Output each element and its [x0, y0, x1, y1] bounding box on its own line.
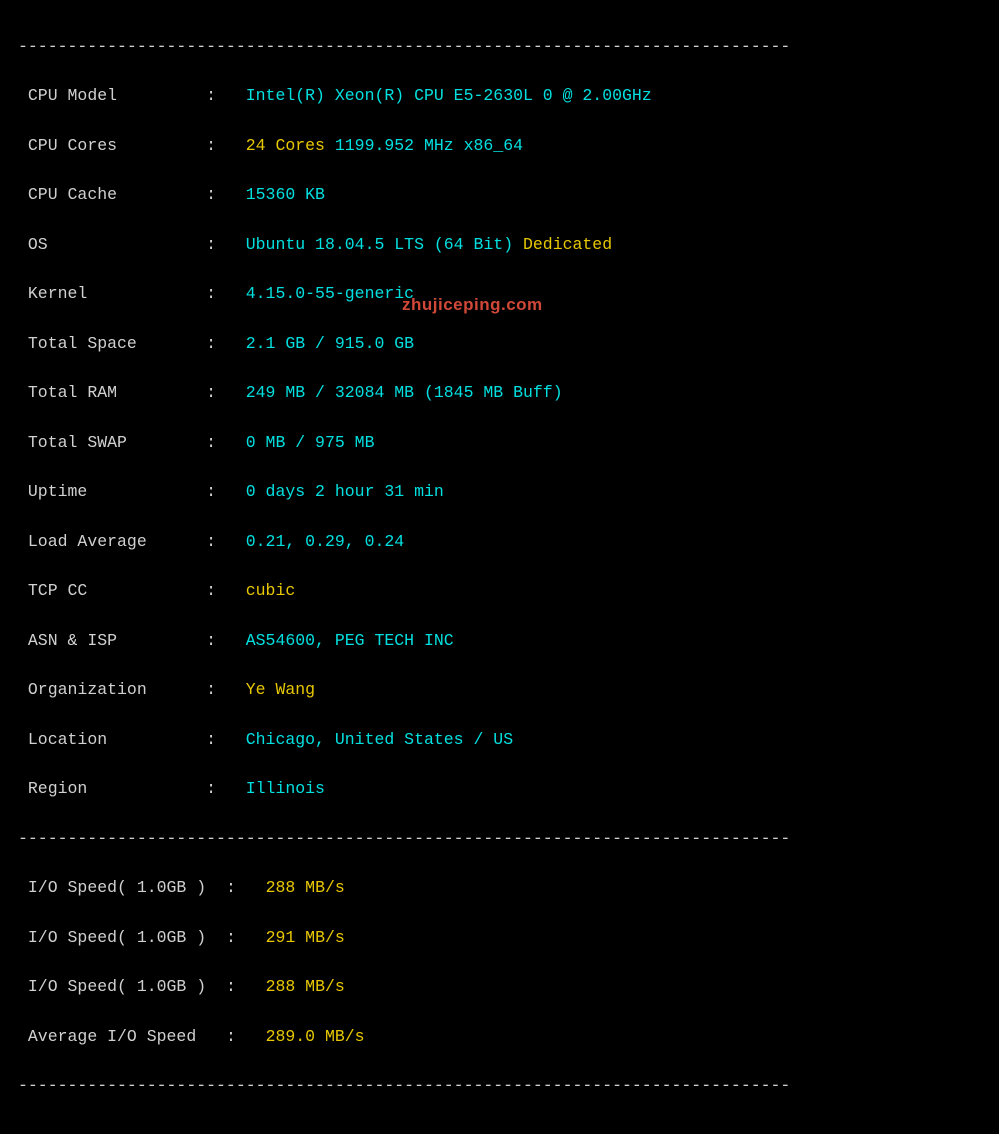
label-location: Location	[28, 730, 206, 749]
row-total-ram: Total RAM : 249 MB / 32084 MB (1845 MB B…	[18, 381, 981, 406]
value-org: Ye Wang	[246, 680, 315, 699]
value-io-2: 291 MB/s	[266, 928, 345, 947]
dash-line: ----------------------------------------…	[18, 35, 981, 60]
label-org: Organization	[28, 680, 206, 699]
label-io-3: I/O Speed( 1.0GB )	[28, 977, 226, 996]
value-region: Illinois	[246, 779, 325, 798]
value-io-3: 288 MB/s	[266, 977, 345, 996]
label-total-space: Total Space	[28, 334, 206, 353]
value-uptime: 0 days 2 hour 31 min	[246, 482, 444, 501]
value-total-space: 2.1 GB / 915.0 GB	[246, 334, 414, 353]
label-asn-isp: ASN & ISP	[28, 631, 206, 650]
row-io-3: I/O Speed( 1.0GB ) : 288 MB/s	[18, 975, 981, 1000]
label-uptime: Uptime	[28, 482, 206, 501]
row-uptime: Uptime : 0 days 2 hour 31 min	[18, 480, 981, 505]
label-region: Region	[28, 779, 206, 798]
row-tcp-cc: TCP CC : cubic	[18, 579, 981, 604]
row-total-swap: Total SWAP : 0 MB / 975 MB	[18, 431, 981, 456]
dash-line: ----------------------------------------…	[18, 1074, 981, 1099]
label-total-swap: Total SWAP	[28, 433, 206, 452]
value-io-avg: 289.0 MB/s	[266, 1027, 365, 1046]
row-total-space: Total Space : 2.1 GB / 915.0 GB	[18, 332, 981, 357]
label-os: OS	[28, 235, 206, 254]
label-cpu-cores: CPU Cores	[28, 136, 206, 155]
row-io-avg: Average I/O Speed : 289.0 MB/s	[18, 1025, 981, 1050]
row-cpu-model: CPU Model : Intel(R) Xeon(R) CPU E5-2630…	[18, 84, 981, 109]
row-io-1: I/O Speed( 1.0GB ) : 288 MB/s	[18, 876, 981, 901]
label-cpu-cache: CPU Cache	[28, 185, 206, 204]
dash-line: ----------------------------------------…	[18, 827, 981, 852]
label-total-ram: Total RAM	[28, 383, 206, 402]
value-location: Chicago, United States / US	[246, 730, 513, 749]
row-load-avg: Load Average : 0.21, 0.29, 0.24	[18, 530, 981, 555]
value-cpu-cache: 15360 KB	[246, 185, 325, 204]
value-total-swap: 0 MB / 975 MB	[246, 433, 375, 452]
value-os-type: Dedicated	[513, 235, 612, 254]
value-kernel: 4.15.0-55-generic	[246, 284, 414, 303]
row-location: Location : Chicago, United States / US	[18, 728, 981, 753]
value-tcp-cc: cubic	[246, 581, 296, 600]
label-load-avg: Load Average	[28, 532, 206, 551]
row-os: OS : Ubuntu 18.04.5 LTS (64 Bit) Dedicat…	[18, 233, 981, 258]
value-cpu-cores-freq: 1199.952 MHz x86_64	[325, 136, 523, 155]
value-os: Ubuntu 18.04.5 LTS (64 Bit)	[246, 235, 513, 254]
label-io-1: I/O Speed( 1.0GB )	[28, 878, 226, 897]
row-org: Organization : Ye Wang	[18, 678, 981, 703]
label-io-avg: Average I/O Speed	[28, 1027, 226, 1046]
row-cpu-cache: CPU Cache : 15360 KB	[18, 183, 981, 208]
label-tcp-cc: TCP CC	[28, 581, 206, 600]
row-io-2: I/O Speed( 1.0GB ) : 291 MB/s	[18, 926, 981, 951]
value-cpu-model: Intel(R) Xeon(R) CPU E5-2630L 0 @ 2.00GH…	[246, 86, 652, 105]
watermark-text: zhujiceping.com	[402, 292, 543, 318]
label-kernel: Kernel	[28, 284, 206, 303]
value-total-ram: 249 MB / 32084 MB (1845 MB Buff)	[246, 383, 563, 402]
row-cpu-cores: CPU Cores : 24 Cores 1199.952 MHz x86_64	[18, 134, 981, 159]
label-io-2: I/O Speed( 1.0GB )	[28, 928, 226, 947]
terminal-output: ----------------------------------------…	[0, 0, 999, 1134]
value-load-avg: 0.21, 0.29, 0.24	[246, 532, 404, 551]
row-region: Region : Illinois	[18, 777, 981, 802]
label-cpu-model: CPU Model	[28, 86, 206, 105]
value-cpu-cores-count: 24 Cores	[246, 136, 325, 155]
value-asn-isp: AS54600, PEG TECH INC	[246, 631, 454, 650]
row-asn-isp: ASN & ISP : AS54600, PEG TECH INC	[18, 629, 981, 654]
value-io-1: 288 MB/s	[266, 878, 345, 897]
